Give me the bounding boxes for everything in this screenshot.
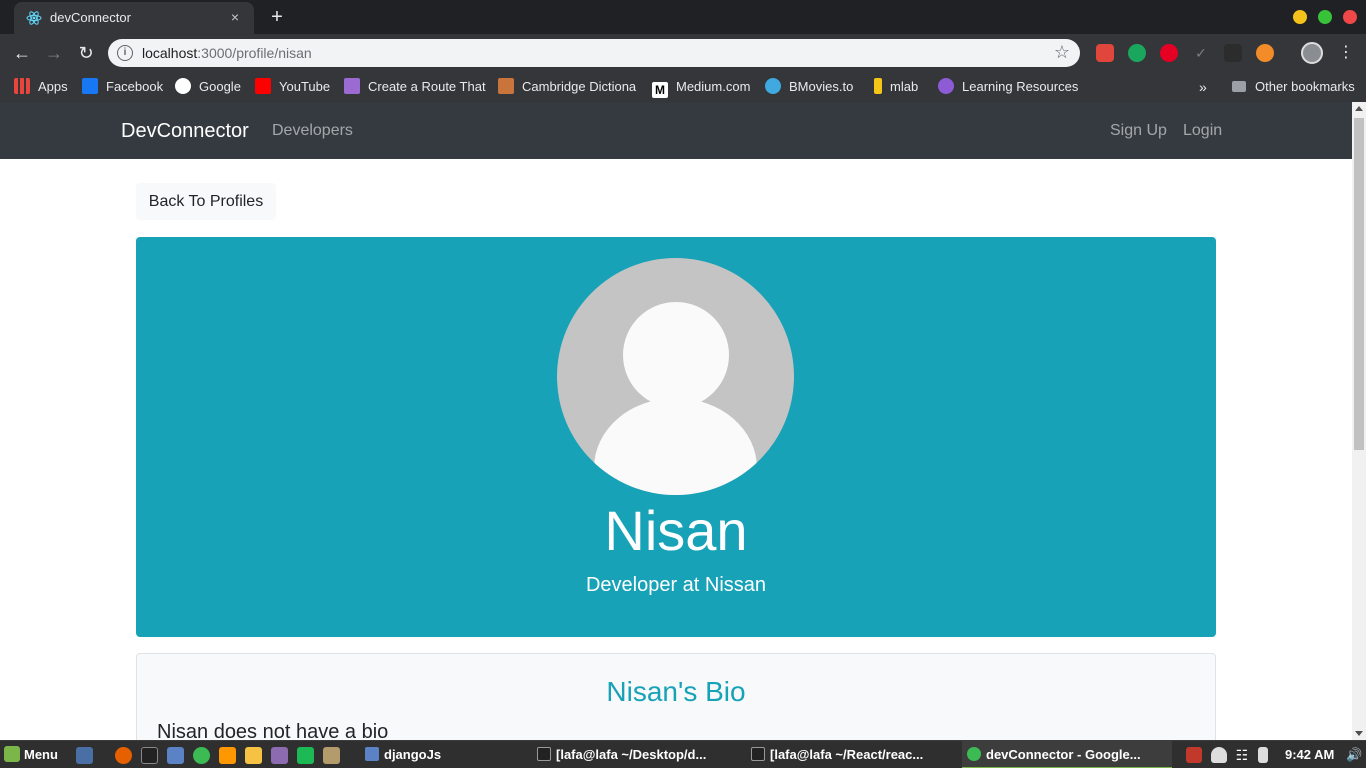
forward-arrow-icon[interactable]: →	[42, 41, 66, 65]
bookmark-facebook[interactable]: Facebook	[82, 78, 163, 96]
avatar	[557, 258, 794, 495]
graphql-icon	[938, 78, 954, 94]
back-to-profiles-button[interactable]: Back To Profiles	[136, 183, 276, 220]
nav-signup-link[interactable]: Sign Up	[1110, 121, 1167, 141]
taskbar-item-terminal-react[interactable]: [lafa@lafa ~/React/reac...	[751, 745, 923, 765]
user-icon[interactable]	[1211, 747, 1227, 763]
brand-link[interactable]: DevConnector	[121, 120, 249, 142]
nav-login-link[interactable]: Login	[1183, 121, 1222, 141]
bookmarks-bar: Apps Facebook Google YouTube Create a Ro…	[0, 72, 1366, 102]
extension-icon-2[interactable]	[1128, 44, 1146, 62]
app-navbar: DevConnector Developers Sign Up Login	[0, 102, 1352, 159]
play-icon	[765, 78, 781, 94]
address-bar[interactable]: i localhost:3000/profile/nisan ☆	[108, 39, 1080, 67]
back-arrow-icon[interactable]: ←	[10, 41, 34, 65]
pinterest-icon[interactable]	[1160, 44, 1178, 62]
bookmark-medium[interactable]: M Medium.com	[652, 78, 750, 98]
bio-text: Nisan does not have a bio	[157, 721, 389, 740]
url-host: localhost	[142, 45, 198, 61]
chrome-icon	[967, 747, 981, 761]
close-window-button[interactable]	[1343, 10, 1357, 24]
page-viewport: DevConnector Developers Sign Up Login Ba…	[0, 102, 1352, 740]
terminal-launcher-icon[interactable]	[141, 747, 158, 764]
bookmark-google[interactable]: Google	[175, 78, 241, 96]
wifi-icon[interactable]: ☷	[1234, 747, 1250, 763]
profile-job-title: Developer at Nissan	[585, 574, 767, 596]
extension-icon-5[interactable]	[1224, 44, 1242, 62]
check-extension-icon[interactable]: ✓	[1192, 44, 1210, 62]
nav-developers-link[interactable]: Developers	[272, 121, 353, 141]
files-launcher-icon[interactable]	[167, 747, 184, 764]
tab-title: devConnector	[50, 10, 131, 25]
cloud-icon	[344, 78, 360, 94]
avatar-head-shape	[623, 302, 729, 408]
react-icon	[26, 11, 42, 25]
mlab-icon	[874, 78, 882, 94]
profile-header-card: Nisan Developer at Nissan	[136, 237, 1216, 637]
folder-icon	[1232, 81, 1246, 92]
volume-icon[interactable]: 🔊	[1346, 747, 1362, 763]
image-viewer-launcher-icon[interactable]	[323, 747, 340, 764]
bookmark-star-icon[interactable]: ☆	[1054, 42, 1070, 63]
media-launcher-icon[interactable]	[271, 747, 288, 764]
scroll-up-arrow-icon[interactable]	[1355, 106, 1363, 111]
os-taskbar: Menu djangoJs [lafa@lafa ~/Desktop/d... …	[0, 740, 1366, 768]
taskbar-item-terminal-desktop[interactable]: [lafa@lafa ~/Desktop/d...	[537, 745, 706, 765]
scrollbar-thumb[interactable]	[1354, 118, 1364, 450]
shield-icon[interactable]	[1186, 747, 1202, 763]
terminal-icon	[537, 747, 551, 761]
taskbar-item-djangojs[interactable]: djangoJs	[365, 745, 441, 765]
terminal-icon	[751, 747, 765, 761]
sublime-launcher-icon[interactable]	[219, 747, 236, 764]
start-menu-button[interactable]: Menu	[4, 745, 58, 765]
taskbar-item-chrome[interactable]: devConnector - Google...	[967, 745, 1141, 765]
avatar-body-shape	[594, 398, 757, 495]
profile-name: Nisan	[604, 499, 748, 562]
url-text[interactable]: localhost:3000/profile/nisan	[142, 45, 312, 61]
profile-avatar-icon[interactable]	[1301, 42, 1323, 64]
other-bookmarks-folder[interactable]: Other bookmarks	[1232, 78, 1355, 96]
tab-devconnector[interactable]: devConnector ×	[14, 2, 254, 34]
battery-icon[interactable]	[1258, 747, 1268, 763]
more-bookmarks-button[interactable]: »	[1199, 78, 1207, 96]
extension-icon-1[interactable]	[1096, 44, 1114, 62]
linux-mint-icon	[4, 746, 20, 762]
folder-icon	[365, 747, 379, 761]
google-icon	[175, 78, 191, 94]
apps-grid-icon	[14, 78, 30, 94]
minimize-button[interactable]	[1293, 10, 1307, 24]
bio-title: Nisan's Bio	[606, 676, 746, 707]
bookmark-mlab[interactable]: mlab	[870, 78, 918, 96]
facebook-icon	[82, 78, 98, 94]
firefox-icon[interactable]	[115, 747, 132, 764]
bookmark-bmovies[interactable]: BMovies.to	[765, 78, 853, 96]
menu-kebab-icon[interactable]: ⋮	[1338, 42, 1354, 64]
bookmark-learning-resources[interactable]: Learning Resources	[938, 78, 1078, 96]
extension-icon-6[interactable]	[1256, 44, 1274, 62]
bookmark-apps[interactable]: Apps	[14, 78, 68, 96]
show-desktop-icon[interactable]	[76, 747, 93, 764]
bookmark-create-route[interactable]: Create a Route That	[344, 78, 486, 96]
tab-close-icon[interactable]: ×	[226, 8, 244, 26]
browser-tab-strip: devConnector × +	[0, 0, 1366, 34]
browser-toolbar: ← → ↻ i localhost:3000/profile/nisan ☆ ✓…	[0, 34, 1366, 72]
scroll-down-arrow-icon[interactable]	[1355, 731, 1363, 736]
page-scrollbar[interactable]	[1352, 102, 1366, 740]
new-tab-button[interactable]: +	[266, 6, 288, 28]
bookmark-youtube[interactable]: YouTube	[255, 78, 330, 96]
medium-icon: M	[652, 82, 668, 98]
youtube-icon	[255, 78, 271, 94]
bookmark-cambridge[interactable]: Cambridge Dictiona	[498, 78, 636, 96]
maximize-button[interactable]	[1318, 10, 1332, 24]
reload-icon[interactable]: ↻	[74, 41, 98, 65]
bio-card: Nisan's Bio Nisan does not have a bio	[136, 653, 1216, 740]
system-clock[interactable]: 9:42 AM	[1285, 745, 1334, 765]
url-path: :3000/profile/nisan	[197, 45, 312, 61]
spotify-launcher-icon[interactable]	[297, 747, 314, 764]
site-info-icon[interactable]: i	[117, 45, 133, 61]
cambridge-icon	[498, 78, 514, 94]
notes-launcher-icon[interactable]	[245, 747, 262, 764]
chrome-launcher-icon[interactable]	[193, 747, 210, 764]
